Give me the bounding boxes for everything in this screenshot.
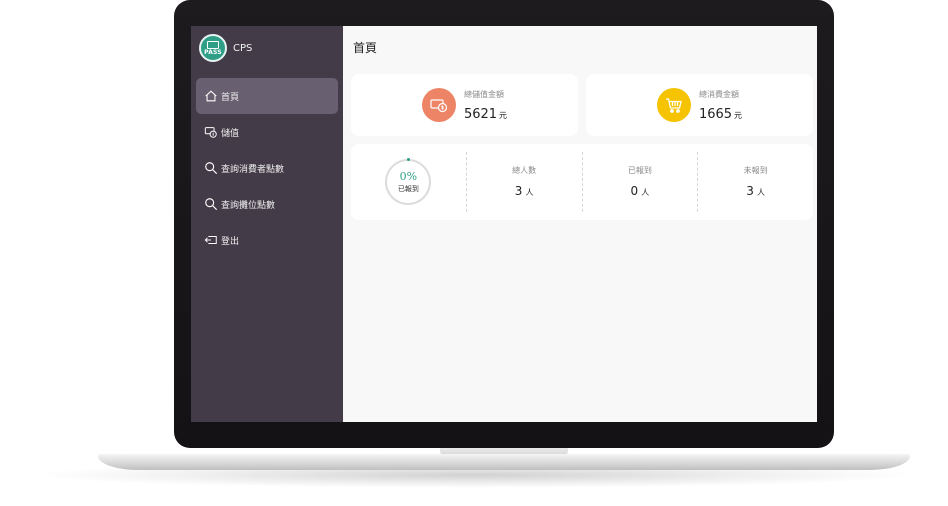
home-icon (205, 90, 217, 102)
app-name: CPS (233, 42, 253, 54)
total-spending-card: 總消費金額 1665 元 (586, 74, 813, 136)
stats-row: 總儲值金額 5621 元 總消費金額 1665 元 (351, 74, 813, 136)
sidebar-item-deposit[interactable]: 儲值 (196, 114, 338, 150)
sidebar-item-query-booth-points[interactable]: 查詢攤位點數 (196, 186, 338, 222)
main-content: 首頁 總儲值金額 5621 元 總消費金額 1665 元 0% 已報到 總人數 … (343, 26, 817, 422)
cart-icon (656, 88, 691, 122)
sidebar: PASS CPS 首頁 儲值 查詢消費者點數 查詢攤位點數 登出 (191, 26, 343, 422)
stat-label: 總消費金額 (698, 89, 739, 99)
cell-unit: 人 (641, 188, 650, 197)
sidebar-item-logout[interactable]: 登出 (196, 222, 338, 258)
sidebar-nav: 首頁 儲值 查詢消費者點數 查詢攤位點數 登出 (191, 78, 343, 258)
progress-percent: 0% (399, 170, 418, 183)
money-icon (421, 88, 456, 122)
sidebar-item-home[interactable]: 首頁 (196, 78, 338, 114)
stat-label: 總儲值金額 (463, 89, 504, 99)
cell-label: 總人數 (512, 166, 537, 175)
deposit-icon (204, 127, 217, 138)
stat-value: 1665 (698, 106, 733, 122)
sidebar-item-label: 儲值 (221, 128, 240, 139)
stat-unit: 元 (734, 110, 743, 120)
qr-pass-logo-icon: PASS (199, 34, 227, 62)
checkin-progress-cell: 0% 已報到 (351, 152, 466, 212)
stat-unit: 元 (499, 110, 508, 120)
brand[interactable]: PASS CPS (191, 26, 343, 70)
checkin-report-card: 0% 已報到 總人數 3人 已報到 0人 未報到 3人 (351, 144, 813, 220)
cell-label: 未報到 (743, 166, 768, 175)
logo-text: PASS (204, 48, 222, 56)
cell-unit: 人 (756, 188, 765, 197)
sidebar-item-label: 首頁 (221, 92, 240, 103)
search-icon (205, 162, 218, 175)
progress-indicator (407, 158, 411, 161)
page-title: 首頁 (353, 41, 378, 55)
checked-in-cell: 已報到 0人 (581, 152, 698, 212)
search-icon (205, 198, 218, 211)
progress-ring: 0% 已報到 (385, 158, 432, 205)
cell-value: 0 (630, 184, 639, 198)
cell-label: 已報到 (627, 166, 652, 175)
not-checked-in-cell: 未報到 3人 (697, 152, 813, 212)
sidebar-item-label: 登出 (221, 236, 240, 247)
sidebar-item-label: 查詢消費者點數 (221, 164, 285, 175)
total-deposit-card: 總儲值金額 5621 元 (351, 74, 578, 136)
cell-unit: 人 (525, 188, 534, 197)
qr-icon (207, 40, 219, 49)
progress-label: 已報到 (397, 185, 419, 193)
total-people-cell: 總人數 3人 (465, 152, 582, 212)
logout-icon (204, 236, 217, 244)
sidebar-item-label: 查詢攤位點數 (221, 200, 276, 211)
cell-value: 3 (746, 184, 754, 198)
cell-value: 3 (514, 184, 523, 198)
app-screen: PASS CPS 首頁 儲值 查詢消費者點數 查詢攤位點數 登出 首頁 總儲值金… (191, 26, 817, 422)
laptop-base (98, 454, 910, 470)
stat-value: 5621 (463, 106, 498, 122)
sidebar-item-query-consumer-points[interactable]: 查詢消費者點數 (196, 150, 338, 186)
